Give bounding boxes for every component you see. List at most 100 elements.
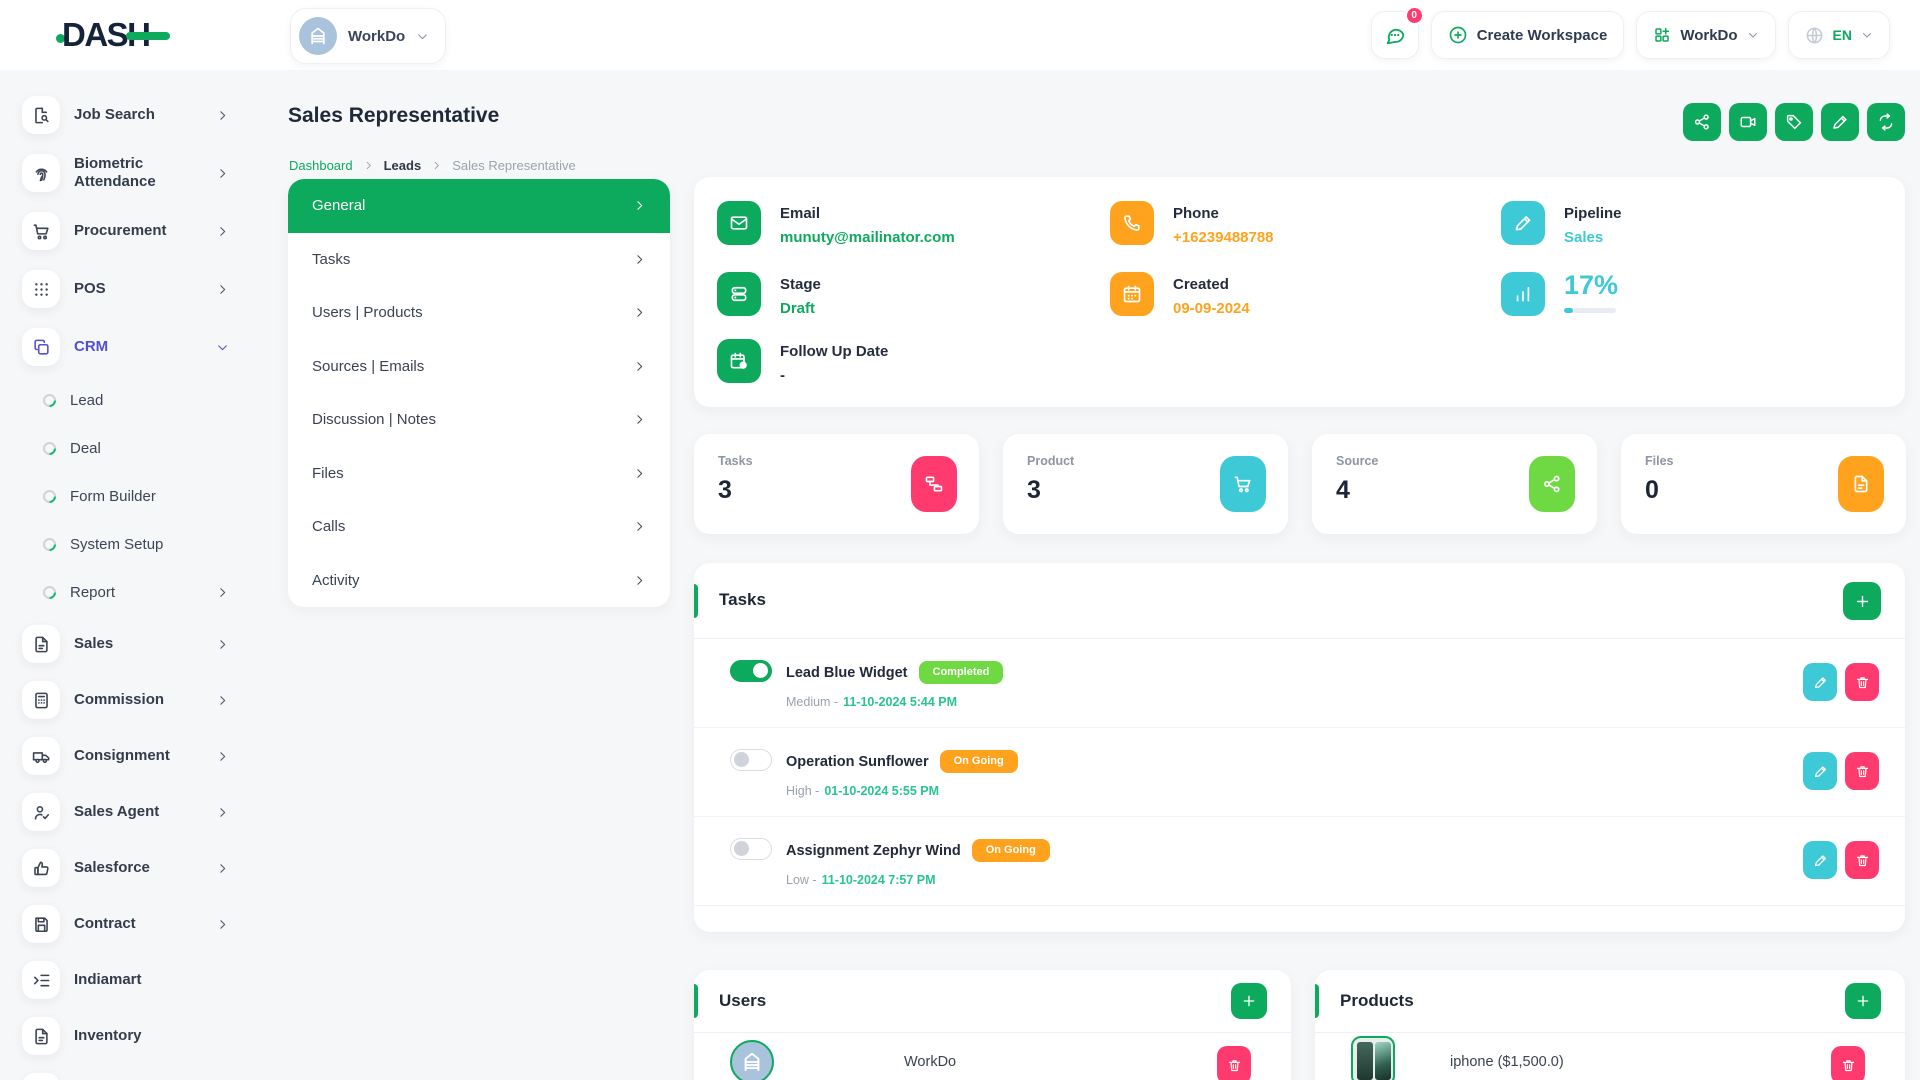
followup-value: -: [780, 368, 888, 383]
workdo-menu-label: WorkDo: [1680, 27, 1737, 44]
sidebar-item-job-search[interactable]: Job Search: [0, 86, 262, 144]
dash-logo: DASH: [56, 0, 170, 70]
followup-field: Follow Up Date -: [717, 339, 888, 383]
sidebar-item-pos[interactable]: POS: [0, 260, 262, 318]
add-product-button[interactable]: [1845, 983, 1881, 1019]
tab-discussion-notes[interactable]: Discussion | Notes: [288, 393, 670, 447]
task-status-badge: Completed: [919, 661, 1004, 684]
sources-button[interactable]: [1683, 103, 1721, 141]
sidebar-item-sales[interactable]: Sales: [0, 616, 262, 672]
trash-icon: [1855, 853, 1870, 868]
chevron-right-icon: [633, 199, 646, 212]
chevron-right-icon: [633, 360, 646, 373]
delete-user-button[interactable]: [1217, 1046, 1251, 1080]
delete-task-button[interactable]: [1845, 663, 1879, 701]
product-name: iphone ($1,500.0): [1450, 1054, 1564, 1070]
sidebar-subitem-deal[interactable]: Deal: [0, 424, 262, 472]
breadcrumb-leads[interactable]: Leads: [384, 158, 422, 173]
task-status-badge: On Going: [972, 839, 1050, 862]
tab-users-products[interactable]: Users | Products: [288, 286, 670, 340]
chevron-right-icon: [216, 694, 229, 707]
plus-icon: [1854, 593, 1871, 610]
delete-task-button[interactable]: [1845, 752, 1879, 790]
sidebar-item-sales-agent[interactable]: Sales Agent: [0, 784, 262, 840]
language-dropdown[interactable]: EN: [1788, 11, 1890, 59]
edit-lead-button[interactable]: [1821, 103, 1859, 141]
message-count-badge: 0: [1405, 6, 1424, 25]
create-workspace-label: Create Workspace: [1477, 27, 1608, 44]
thumbs-up-icon: [22, 849, 60, 887]
sidebar-item-inventory[interactable]: Inventory: [0, 1008, 262, 1064]
sidebar-item-procurement[interactable]: Procurement: [0, 202, 262, 260]
divider: [694, 1032, 1291, 1033]
edit-task-button[interactable]: [1803, 752, 1837, 790]
sidebar-item-indiamart[interactable]: Indiamart: [0, 952, 262, 1008]
sidebar-item-contract[interactable]: Contract: [0, 896, 262, 952]
edit-task-button[interactable]: [1803, 841, 1837, 879]
task-toggle[interactable]: [730, 660, 772, 682]
convert-lead-button[interactable]: [1867, 103, 1905, 141]
indent-icon: [22, 961, 60, 999]
tab-general[interactable]: General: [288, 179, 670, 233]
flow-icon: [911, 456, 957, 512]
chevron-right-icon: [216, 225, 229, 238]
messages-button[interactable]: 0: [1371, 11, 1419, 59]
sidebar-subitem-report[interactable]: Report: [0, 568, 262, 616]
video-icon: [1739, 113, 1757, 131]
lead-tab-menu: General Tasks Users | Products Sources |…: [288, 179, 670, 607]
file-icon: [1838, 456, 1884, 512]
sidebar-item-crm[interactable]: CRM: [0, 318, 262, 376]
sidebar-subitem-lead[interactable]: Lead: [0, 376, 262, 424]
tasks-title: Tasks: [719, 590, 766, 610]
breadcrumb-current: Sales Representative: [452, 158, 576, 173]
sidebar-item-consignment[interactable]: Consignment: [0, 728, 262, 784]
edit-task-button[interactable]: [1803, 663, 1837, 701]
chevron-right-icon: [216, 750, 229, 763]
add-task-button[interactable]: [1843, 582, 1881, 620]
sidebar-subitem-system-setup[interactable]: System Setup: [0, 520, 262, 568]
trash-icon: [1227, 1058, 1242, 1073]
sidebar-item-biometric-attendance[interactable]: Biometric Attendance: [0, 144, 262, 202]
labels-button[interactable]: [1775, 103, 1813, 141]
add-user-button[interactable]: [1231, 983, 1267, 1019]
top-header: DASH WorkDo 0 Create Workspace WorkDo: [0, 0, 1920, 70]
sidebar-item-commission[interactable]: Commission: [0, 672, 262, 728]
task-name: Operation Sunflower: [786, 754, 929, 770]
file-icon: [22, 1073, 60, 1080]
meeting-button[interactable]: [1729, 103, 1767, 141]
app-window: DASH WorkDo 0 Create Workspace WorkDo: [0, 0, 1920, 1080]
tag-icon: [1785, 113, 1803, 131]
workspace-switcher[interactable]: WorkDo: [290, 8, 446, 64]
task-row: Assignment Zephyr Wind On Going Low - 11…: [694, 817, 1905, 906]
task-toggle[interactable]: [730, 838, 772, 860]
stat-card-files: Files 0: [1621, 434, 1906, 534]
calculator-icon: [22, 681, 60, 719]
tab-calls[interactable]: Calls: [288, 500, 670, 554]
calendar-icon: [1110, 272, 1154, 316]
bullet-ring-icon: [40, 487, 58, 505]
chevron-down-icon: [216, 341, 229, 354]
tab-sources-emails[interactable]: Sources | Emails: [288, 340, 670, 394]
delete-product-button[interactable]: [1831, 1046, 1865, 1080]
chevron-right-icon: [216, 109, 229, 122]
workspace-avatar: [299, 17, 337, 55]
chevron-right-icon: [363, 160, 374, 171]
task-row: Lead Blue Widget Completed Medium - 11-1…: [694, 639, 1905, 728]
phone-icon: [1110, 201, 1154, 245]
create-workspace-button[interactable]: Create Workspace: [1431, 11, 1625, 59]
workdo-apps-dropdown[interactable]: WorkDo: [1636, 11, 1775, 59]
sidebar-subitem-form-builder[interactable]: Form Builder: [0, 472, 262, 520]
calendar-clock-icon: [717, 339, 761, 383]
building-icon: [741, 1051, 763, 1073]
file-icon: [22, 625, 60, 663]
tab-activity[interactable]: Activity: [288, 554, 670, 608]
tab-files[interactable]: Files: [288, 447, 670, 501]
divider: [1315, 1032, 1905, 1033]
breadcrumb-dashboard[interactable]: Dashboard: [289, 158, 353, 173]
sidebar-item-partial[interactable]: [0, 1064, 262, 1080]
task-toggle[interactable]: [730, 749, 772, 771]
sidebar-item-salesforce[interactable]: Salesforce: [0, 840, 262, 896]
tasks-section: Tasks Lead Blue Widget Completed Medium …: [694, 563, 1905, 932]
delete-task-button[interactable]: [1845, 841, 1879, 879]
tab-tasks[interactable]: Tasks: [288, 233, 670, 287]
